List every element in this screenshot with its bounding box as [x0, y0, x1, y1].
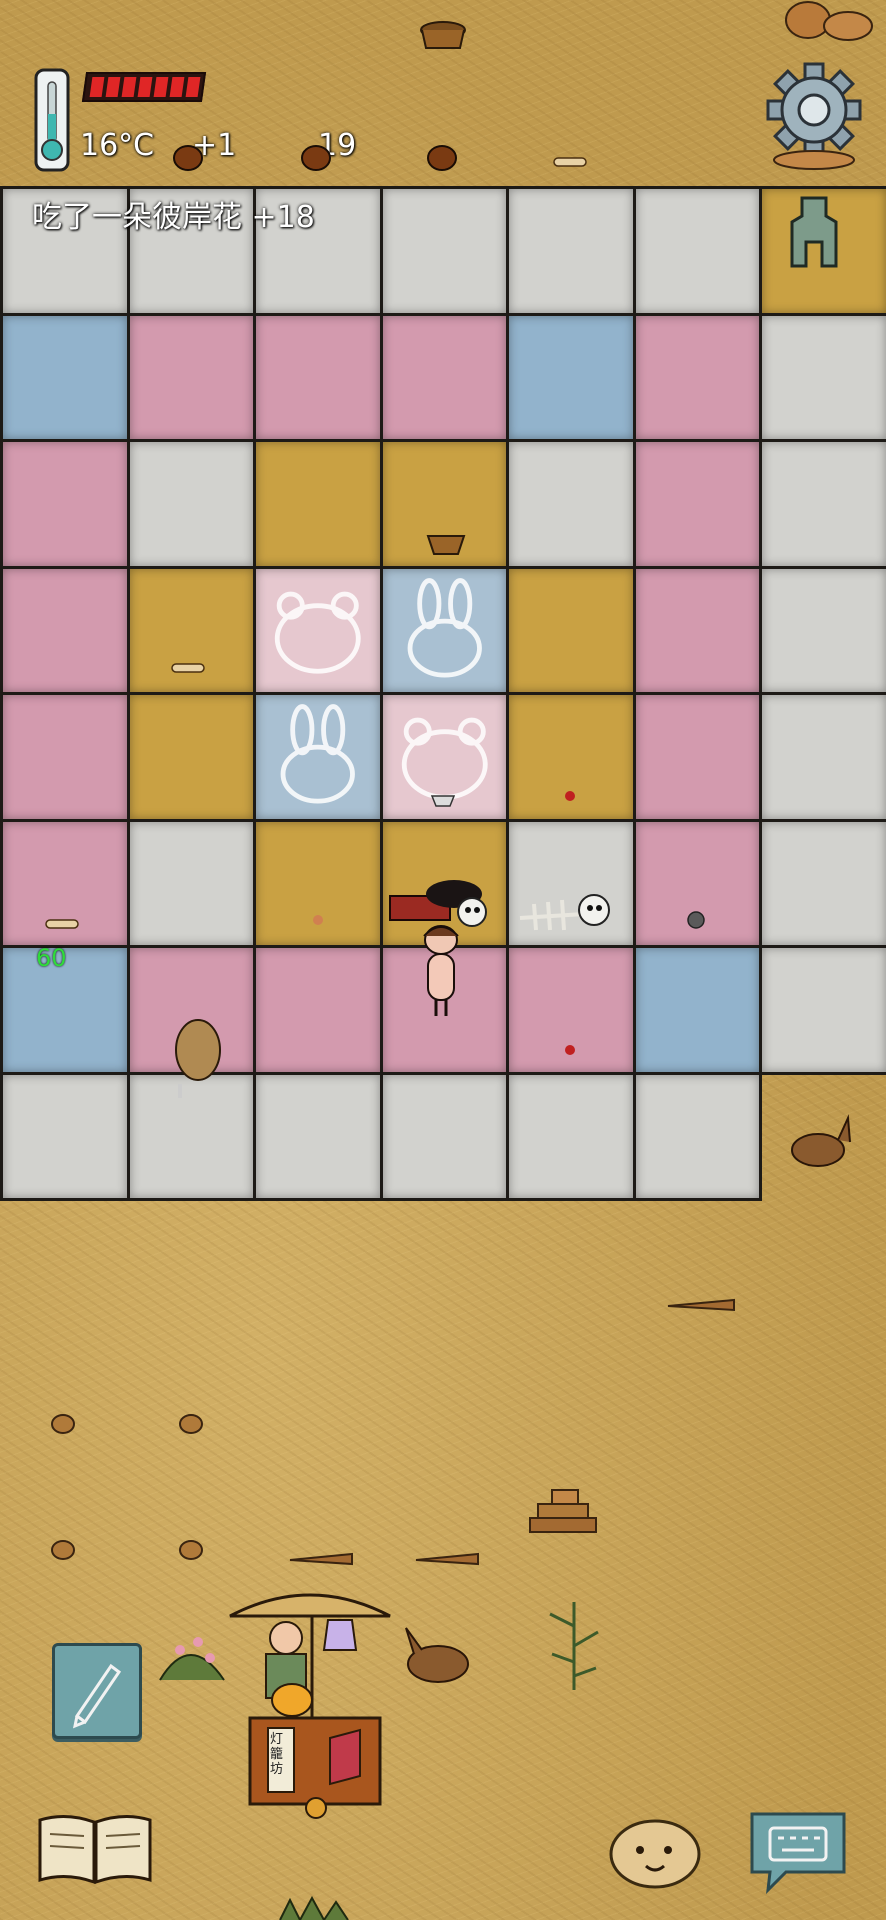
floor-tile-pink[interactable] [253, 312, 383, 442]
health-segment [105, 77, 121, 97]
skeleton-remains[interactable] [514, 874, 630, 936]
floor-tile-pink[interactable] [0, 692, 130, 822]
floor-tile-white[interactable] [759, 945, 886, 1075]
floor-tile-white[interactable] [506, 439, 636, 569]
rabbit-creature[interactable] [778, 1110, 862, 1190]
red-petal-icon[interactable] [560, 1042, 580, 1058]
beetle-icon[interactable] [422, 140, 462, 176]
face-icon[interactable] [608, 1812, 702, 1890]
bone-icon[interactable] [166, 658, 210, 678]
bear-face-motif [274, 591, 361, 674]
floor-tile-bear[interactable] [253, 565, 383, 695]
backpack-icon[interactable] [168, 1014, 228, 1100]
log-pile-icon[interactable] [522, 1488, 606, 1558]
stump-icon[interactable] [176, 1538, 206, 1562]
totem-icon[interactable] [782, 192, 846, 272]
floor-tile-pink[interactable] [632, 439, 762, 569]
carrot-root-icon[interactable] [412, 1546, 484, 1570]
keyboard-bubble-icon[interactable] [746, 1806, 850, 1894]
temperature-label: 16°C [80, 128, 155, 163]
bone-icon[interactable] [548, 152, 592, 172]
tile-floor [0, 186, 886, 1201]
beetle-icon[interactable] [296, 140, 336, 176]
basket-icon[interactable] [418, 18, 468, 52]
floor-tile-white[interactable] [759, 692, 886, 822]
pencil-note-icon [72, 1663, 122, 1729]
floor-tile-pink[interactable] [632, 692, 762, 822]
gear-icon[interactable] [766, 60, 862, 170]
vendor-sign: 灯籠坊 [270, 1732, 284, 1777]
floor-tile-white[interactable] [126, 439, 256, 569]
carrot-root-icon[interactable] [664, 1292, 740, 1316]
floor-tile-pink[interactable] [632, 312, 762, 442]
health-segment [137, 77, 153, 97]
lantern-vendor-stall[interactable] [220, 1580, 400, 1820]
beetle-icon[interactable] [168, 140, 208, 176]
health-segment [169, 77, 185, 97]
stump-icon[interactable] [48, 1538, 78, 1562]
note-button[interactable] [52, 1643, 142, 1739]
floor-tile-white[interactable] [759, 565, 886, 695]
bone-icon[interactable] [40, 914, 84, 934]
floor-tile-white[interactable] [506, 1071, 636, 1201]
floor-tile-pink[interactable] [126, 312, 256, 442]
floor-tile-blue[interactable] [506, 312, 636, 442]
rabbit-creature[interactable] [394, 1620, 484, 1692]
floor-tile-white[interactable] [0, 1071, 130, 1201]
player-character[interactable] [412, 920, 470, 1020]
floor-tile-white[interactable] [632, 1071, 762, 1201]
floor-tile-white[interactable] [759, 312, 886, 442]
floor-tile-white[interactable] [632, 186, 762, 316]
floor-tile-blue[interactable] [0, 312, 130, 442]
red-petal-icon[interactable] [560, 788, 580, 804]
health-segment [153, 77, 169, 97]
stump-icon[interactable] [176, 1412, 206, 1436]
floor-tile-yellow[interactable] [253, 818, 383, 948]
floor-tile-rabbit[interactable] [379, 565, 509, 695]
basket-icon[interactable] [424, 526, 468, 558]
floor-tile-white[interactable] [759, 439, 886, 569]
carrot-root-icon[interactable] [286, 1546, 358, 1570]
floor-tile-white[interactable] [126, 818, 256, 948]
floor-tile-blue[interactable] [632, 945, 762, 1075]
floor-tile-yellow[interactable] [126, 692, 256, 822]
food-item-icon[interactable] [778, 0, 874, 44]
floor-tile-white[interactable] [379, 186, 509, 316]
floor-tile-yellow[interactable] [253, 439, 383, 569]
health-segment [121, 77, 137, 97]
stump-icon[interactable] [48, 1412, 78, 1436]
floor-tile-pink[interactable] [253, 945, 383, 1075]
sapling-icon[interactable] [536, 1596, 612, 1692]
health-bar [81, 72, 207, 102]
stone-icon[interactable] [684, 908, 708, 932]
status-message: 吃了一朵彼岸花 +18 [32, 200, 315, 235]
floor-tile-pink[interactable] [0, 439, 130, 569]
rabbit-face-motif [280, 704, 355, 804]
health-segment [89, 77, 105, 97]
floor-tile-white[interactable] [506, 186, 636, 316]
floor-tile-rabbit[interactable] [253, 692, 383, 822]
player-hp-label: 60 [36, 944, 67, 972]
silver-ingot-icon[interactable] [428, 790, 458, 810]
floor-tile-white[interactable] [253, 1071, 383, 1201]
open-book-icon[interactable] [36, 1810, 154, 1888]
floor-tile-pink[interactable] [632, 565, 762, 695]
floor-tile-white[interactable] [759, 818, 886, 948]
floor-tile-pink[interactable] [0, 565, 130, 695]
floor-tile-yellow[interactable] [506, 565, 636, 695]
rabbit-face-motif [407, 577, 482, 678]
grass-tuft-icon [279, 1896, 349, 1920]
red-petal-icon[interactable] [308, 912, 328, 928]
floor-tile-white[interactable] [379, 1071, 509, 1201]
floor-tile-pink[interactable] [379, 312, 509, 442]
thermometer-icon [34, 68, 70, 172]
health-segment [185, 77, 201, 97]
